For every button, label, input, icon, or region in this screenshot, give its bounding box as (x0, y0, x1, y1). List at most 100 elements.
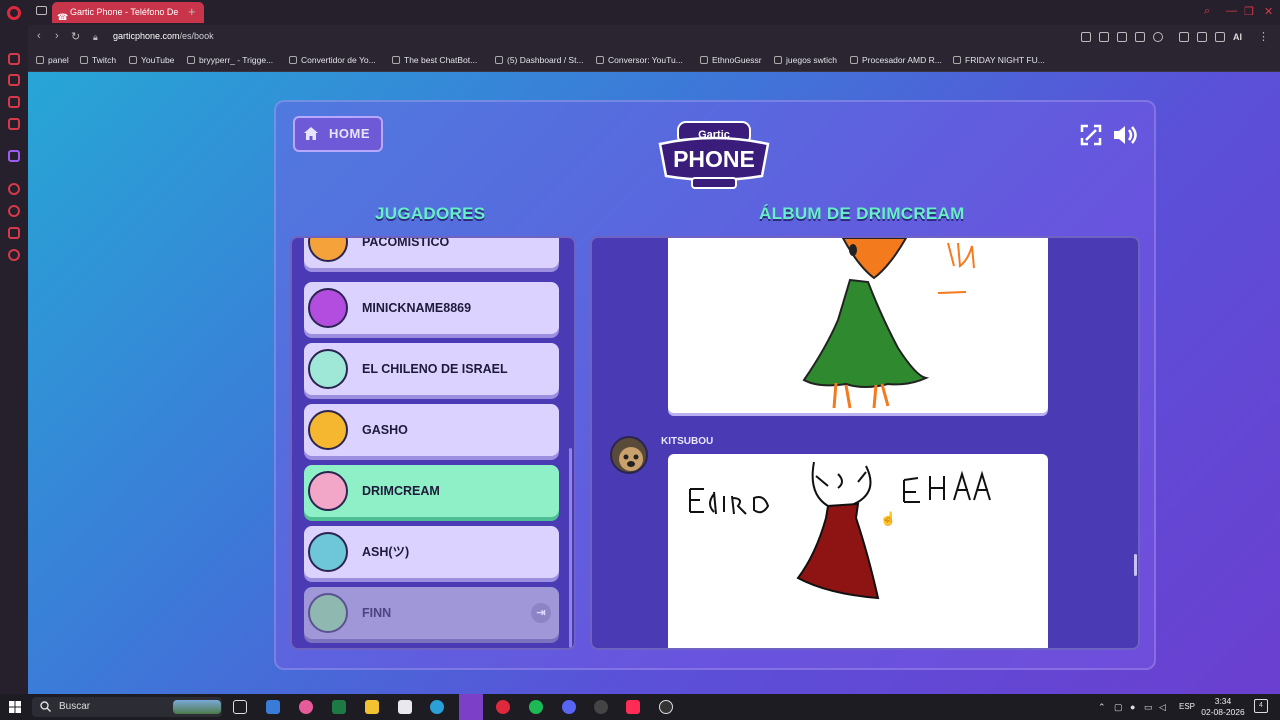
sidebar-settings-icon[interactable] (8, 249, 20, 261)
snapshot-icon[interactable] (1099, 32, 1109, 42)
bookmark-label: YouTube (141, 55, 175, 65)
opera-logo-icon[interactable] (7, 6, 21, 20)
notification-icon[interactable]: 4 (1254, 699, 1268, 713)
home-label: HOME (329, 126, 370, 141)
tab-gartic-phone[interactable]: ☎ Gartic Phone - Teléfono De (52, 2, 204, 23)
bookmark-item[interactable]: Procesador AMD R... (850, 55, 942, 65)
drawing-figure-green-dress (802, 238, 975, 409)
player-card[interactable]: GASHO (304, 404, 559, 456)
bookmark-item[interactable]: FRIDAY NIGHT FU... (953, 55, 1045, 65)
bookmark-item[interactable]: Conversor: YouTu... (596, 55, 683, 65)
bookmark-label: The best ChatBot... (404, 55, 478, 65)
logo-top-text: Gartic (698, 129, 730, 141)
store-icon[interactable] (398, 700, 412, 714)
album-panel[interactable]: KITSUBOU (590, 236, 1140, 650)
sidebar-clock-icon[interactable] (8, 205, 20, 217)
bookmark-item[interactable]: (5) Dashboard / St... (495, 55, 584, 65)
players-panel[interactable]: PACOMISTICO MINICKNAME8869 EL CHILENO DE… (290, 236, 576, 650)
microphone-icon[interactable]: ● (1130, 702, 1135, 712)
bookmark-item[interactable]: YouTube (129, 55, 174, 65)
ai-button[interactable]: AI (1233, 32, 1242, 42)
back-icon[interactable]: ‹ (37, 30, 41, 42)
sidebar-mail-icon[interactable] (8, 118, 20, 130)
widgets-icon[interactable] (173, 700, 221, 714)
language-indicator[interactable]: ESP (1179, 702, 1195, 711)
home-button[interactable]: HOME (293, 116, 383, 152)
player-card-disconnected[interactable]: FINN ⇥ (304, 587, 559, 639)
avatar (308, 593, 348, 633)
bookmark-item[interactable]: Convertidor de Yo... (289, 55, 376, 65)
forward-icon[interactable]: › (55, 30, 59, 42)
app-icon[interactable] (266, 700, 280, 714)
bookmark-item[interactable]: panel (36, 55, 69, 65)
avatar (308, 238, 348, 262)
clock-date: 02-08-2026 (1201, 707, 1245, 717)
player-name: DRIMCREAM (362, 484, 440, 498)
speaker-icon[interactable]: ◁ (1159, 702, 1166, 713)
share-icon[interactable] (1197, 32, 1207, 42)
search-placeholder: Buscar (59, 701, 91, 712)
play-icon[interactable] (1135, 32, 1145, 42)
tiktok-icon[interactable] (626, 700, 640, 714)
bookmark-icon (36, 56, 44, 64)
menu-icon[interactable]: ⋮ (1258, 30, 1269, 43)
home-icon (304, 127, 318, 140)
bookmark-pin-icon[interactable] (1081, 32, 1091, 42)
heart-icon[interactable] (1153, 32, 1163, 42)
tray-icon[interactable]: ▢ (1114, 702, 1123, 713)
task-view-icon[interactable] (233, 700, 247, 714)
sidebar-extensions-icon[interactable] (8, 227, 20, 239)
bookmark-label: (5) Dashboard / St... (507, 55, 584, 65)
search-tabs-icon[interactable]: ⌕ (1204, 5, 1210, 18)
bookmark-item[interactable]: EthnoGuessr (700, 55, 762, 65)
media-icon[interactable] (659, 700, 673, 714)
bookmark-label: EthnoGuessr (712, 55, 762, 65)
sidebar-aria-icon[interactable] (8, 74, 20, 86)
opera-gx-taskbar-icon[interactable] (459, 694, 483, 720)
sidebar-messenger-icon[interactable] (8, 96, 20, 108)
download-icon[interactable] (1215, 32, 1225, 42)
close-icon[interactable]: ✕ (1264, 5, 1273, 18)
players-scrollbar[interactable] (569, 448, 572, 648)
file-explorer-icon[interactable] (365, 700, 379, 714)
copilot-icon[interactable] (299, 700, 313, 714)
bookmark-item[interactable]: Twitch (80, 55, 116, 65)
edge-icon[interactable] (430, 700, 444, 714)
spotify-icon[interactable] (529, 700, 543, 714)
sidebar-twitch-icon[interactable] (8, 150, 20, 162)
folder-icon (774, 56, 782, 64)
player-card[interactable]: MINICKNAME8869 (304, 282, 559, 334)
shield-icon[interactable] (1117, 32, 1127, 42)
opera-icon[interactable] (496, 700, 510, 714)
sidebar-player-icon[interactable] (8, 183, 20, 195)
player-card[interactable]: ASH(ツ) (304, 526, 559, 578)
restore-icon[interactable]: ❐ (1244, 5, 1254, 18)
new-tab-button[interactable]: + (188, 4, 196, 19)
windows-start-icon[interactable] (9, 701, 21, 713)
album-scrollbar[interactable] (1134, 554, 1137, 576)
fullscreen-icon[interactable] (1080, 124, 1102, 146)
volume-icon[interactable] (1112, 124, 1140, 146)
avatar (308, 471, 348, 511)
sidebar-history-icon[interactable] (8, 53, 20, 65)
player-card-active[interactable]: DRIMCREAM (304, 465, 559, 517)
player-card[interactable]: EL CHILENO DE ISRAEL (304, 343, 559, 395)
url-field[interactable]: garticphone.com/es/book (113, 31, 214, 41)
clock[interactable]: 3:34 02-08-2026 (1200, 696, 1246, 718)
chevron-up-icon[interactable]: ⌃ (1098, 702, 1106, 713)
reload-icon[interactable]: ↻ (71, 30, 80, 43)
search-icon (40, 701, 51, 712)
extensions-icon[interactable] (1179, 32, 1189, 42)
excel-icon[interactable] (332, 700, 346, 714)
minimize-icon[interactable]: — (1226, 5, 1237, 17)
tab-switcher-icon[interactable] (36, 6, 47, 15)
bookmark-label: bryyperr_ - Trigge... (199, 55, 274, 65)
player-card[interactable]: PACOMISTICO (304, 238, 559, 268)
discord-icon[interactable] (562, 700, 576, 714)
clock-time: 3:34 (1214, 696, 1232, 706)
bookmark-item[interactable]: juegos swtich (774, 55, 837, 65)
bookmark-item[interactable]: The best ChatBot... (392, 55, 477, 65)
app-icon[interactable] (594, 700, 608, 714)
network-icon[interactable]: ▭ (1144, 702, 1153, 713)
bookmark-item[interactable]: bryyperr_ - Trigge... (187, 55, 273, 65)
